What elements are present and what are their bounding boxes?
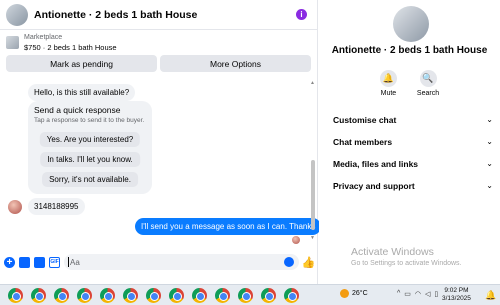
message-list: Hello, is this still available? Send a q… <box>0 78 322 248</box>
chrome-icon[interactable] <box>8 287 23 303</box>
conversation-sidebar: Antionette · 2 beds 1 bath House 🔔 Mute … <box>319 0 500 284</box>
thumbs-up-icon[interactable]: 👍 <box>302 257 316 269</box>
image-icon[interactable] <box>19 256 30 268</box>
clock-time: 9:02 PM <box>444 287 469 294</box>
chrome-icon[interactable] <box>77 287 92 303</box>
emoji-icon[interactable] <box>284 257 294 267</box>
message-input-placeholder: Aa <box>70 257 80 267</box>
battery-icon[interactable]: ▯ <box>434 290 438 298</box>
sticker-icon[interactable] <box>34 256 45 268</box>
conversation-name: Antionette · 2 beds 1 bath House <box>331 45 488 56</box>
info-icon[interactable]: i <box>296 9 307 20</box>
quick-reply-button[interactable]: In talks. I'll let you know. <box>40 152 140 167</box>
chat-title[interactable]: Antionette · 2 beds 1 bath House <box>34 9 296 21</box>
chrome-icon[interactable] <box>215 287 230 303</box>
chrome-icon[interactable] <box>123 287 138 303</box>
chevron-down-icon: ⌄ <box>486 181 493 190</box>
scroll-up-icon[interactable]: ▲ <box>310 80 315 86</box>
buyer-message-bubble: 3148188995 <box>28 198 85 215</box>
scroll-down-icon[interactable]: ▼ <box>310 235 315 241</box>
activate-windows-watermark: Activate Windows Go to Settings to activ… <box>351 246 462 267</box>
buyer-avatar[interactable] <box>8 200 22 214</box>
section-label: Chat members <box>333 137 393 147</box>
wifi-icon[interactable]: ◠ <box>415 290 421 298</box>
watermark-title: Activate Windows <box>351 246 434 258</box>
mute-label: Mute <box>380 90 397 97</box>
search-label: Search <box>416 90 440 97</box>
chrome-icon[interactable] <box>146 287 161 303</box>
chevron-down-icon: ⌄ <box>486 159 493 168</box>
bell-icon: 🔔 <box>379 70 397 87</box>
chrome-icon[interactable] <box>100 287 115 303</box>
chrome-icon[interactable] <box>192 287 207 303</box>
plus-icon[interactable]: + <box>4 256 15 268</box>
section-label: Customise chat <box>333 115 397 125</box>
message-input[interactable]: Aa <box>64 254 299 270</box>
quick-response-title: Send a quick response <box>34 105 121 115</box>
chevron-down-icon: ⌄ <box>486 137 493 146</box>
system-tray[interactable]: ^ ▭ ◠ ◁ ▯ <box>397 290 438 298</box>
volume-icon[interactable]: ◁ <box>425 290 430 298</box>
sidebar-section-customise[interactable]: Customise chat ⌄ <box>333 115 493 125</box>
quick-response-card: Send a quick response Tap a response to … <box>28 101 152 194</box>
chrome-icon[interactable] <box>261 287 276 303</box>
chrome-icon[interactable] <box>31 287 46 303</box>
network-icon[interactable]: ▭ <box>404 290 411 298</box>
gif-icon[interactable]: GIF <box>49 256 60 268</box>
seller-message-bubble: I'll send you a message as soon as I can… <box>135 218 322 235</box>
taskbar: 26°C ^ ▭ ◠ ◁ ▯ 9:02 PM 3/13/2025 🔔 <box>0 284 500 305</box>
marketplace-listing[interactable]: Marketplace $750 · 2 beds 1 bath House <box>0 30 317 55</box>
quick-reply-button[interactable]: Sorry, it's not available. <box>42 172 138 187</box>
text-cursor <box>68 257 69 267</box>
chrome-icon[interactable] <box>238 287 253 303</box>
chrome-icon[interactable] <box>54 287 69 303</box>
weather-widget[interactable]: 26°C <box>340 289 368 298</box>
temperature: 26°C <box>352 290 368 297</box>
sidebar-section-privacy[interactable]: Privacy and support ⌄ <box>333 181 493 191</box>
sidebar-section-members[interactable]: Chat members ⌄ <box>333 137 493 147</box>
section-label: Media, files and links <box>333 159 419 169</box>
mark-as-pending-button[interactable]: Mark as pending <box>6 55 157 72</box>
watermark-subtitle: Go to Settings to activate Windows. <box>351 260 462 267</box>
chrome-icon[interactable] <box>284 287 299 303</box>
section-label: Privacy and support <box>333 181 415 191</box>
listing-avatar[interactable] <box>6 3 28 26</box>
chevron-down-icon: ⌄ <box>486 115 493 124</box>
listing-price: $750 · 2 beds 1 bath House <box>24 42 117 52</box>
sidebar-section-media[interactable]: Media, files and links ⌄ <box>333 159 493 169</box>
notification-bell-icon[interactable]: 🔔 <box>485 290 496 301</box>
sun-icon <box>340 289 349 298</box>
chat-scrollbar[interactable]: ▲ ▼ <box>310 80 315 242</box>
mute-action[interactable]: 🔔 Mute <box>379 70 397 97</box>
chat-header: Antionette · 2 beds 1 bath House i <box>0 0 317 30</box>
chrome-icon[interactable] <box>169 287 184 303</box>
chat-panel: Antionette · 2 beds 1 bath House i Marke… <box>0 0 322 284</box>
scrollbar-thumb[interactable] <box>311 160 315 230</box>
more-options-button[interactable]: More Options <box>160 55 311 72</box>
search-action[interactable]: 🔍 Search <box>417 70 439 97</box>
quick-reply-button[interactable]: Yes. Are you interested? <box>39 132 141 147</box>
listing-source: Marketplace <box>24 33 63 41</box>
message-composer: + GIF Aa 👍 <box>0 252 318 272</box>
buyer-question-bubble: Hello, is this still available? <box>28 84 136 101</box>
seen-avatar <box>292 236 300 244</box>
search-icon: 🔍 <box>419 70 437 87</box>
clock-date: 3/13/2025 <box>442 295 471 302</box>
listing-thumbnail <box>6 36 19 49</box>
quick-response-subtitle: Tap a response to send it to the buyer. <box>34 117 145 124</box>
taskbar-clock[interactable]: 9:02 PM 3/13/2025 <box>442 287 471 303</box>
chevron-up-icon[interactable]: ^ <box>397 290 400 298</box>
conversation-photo[interactable] <box>393 6 429 42</box>
